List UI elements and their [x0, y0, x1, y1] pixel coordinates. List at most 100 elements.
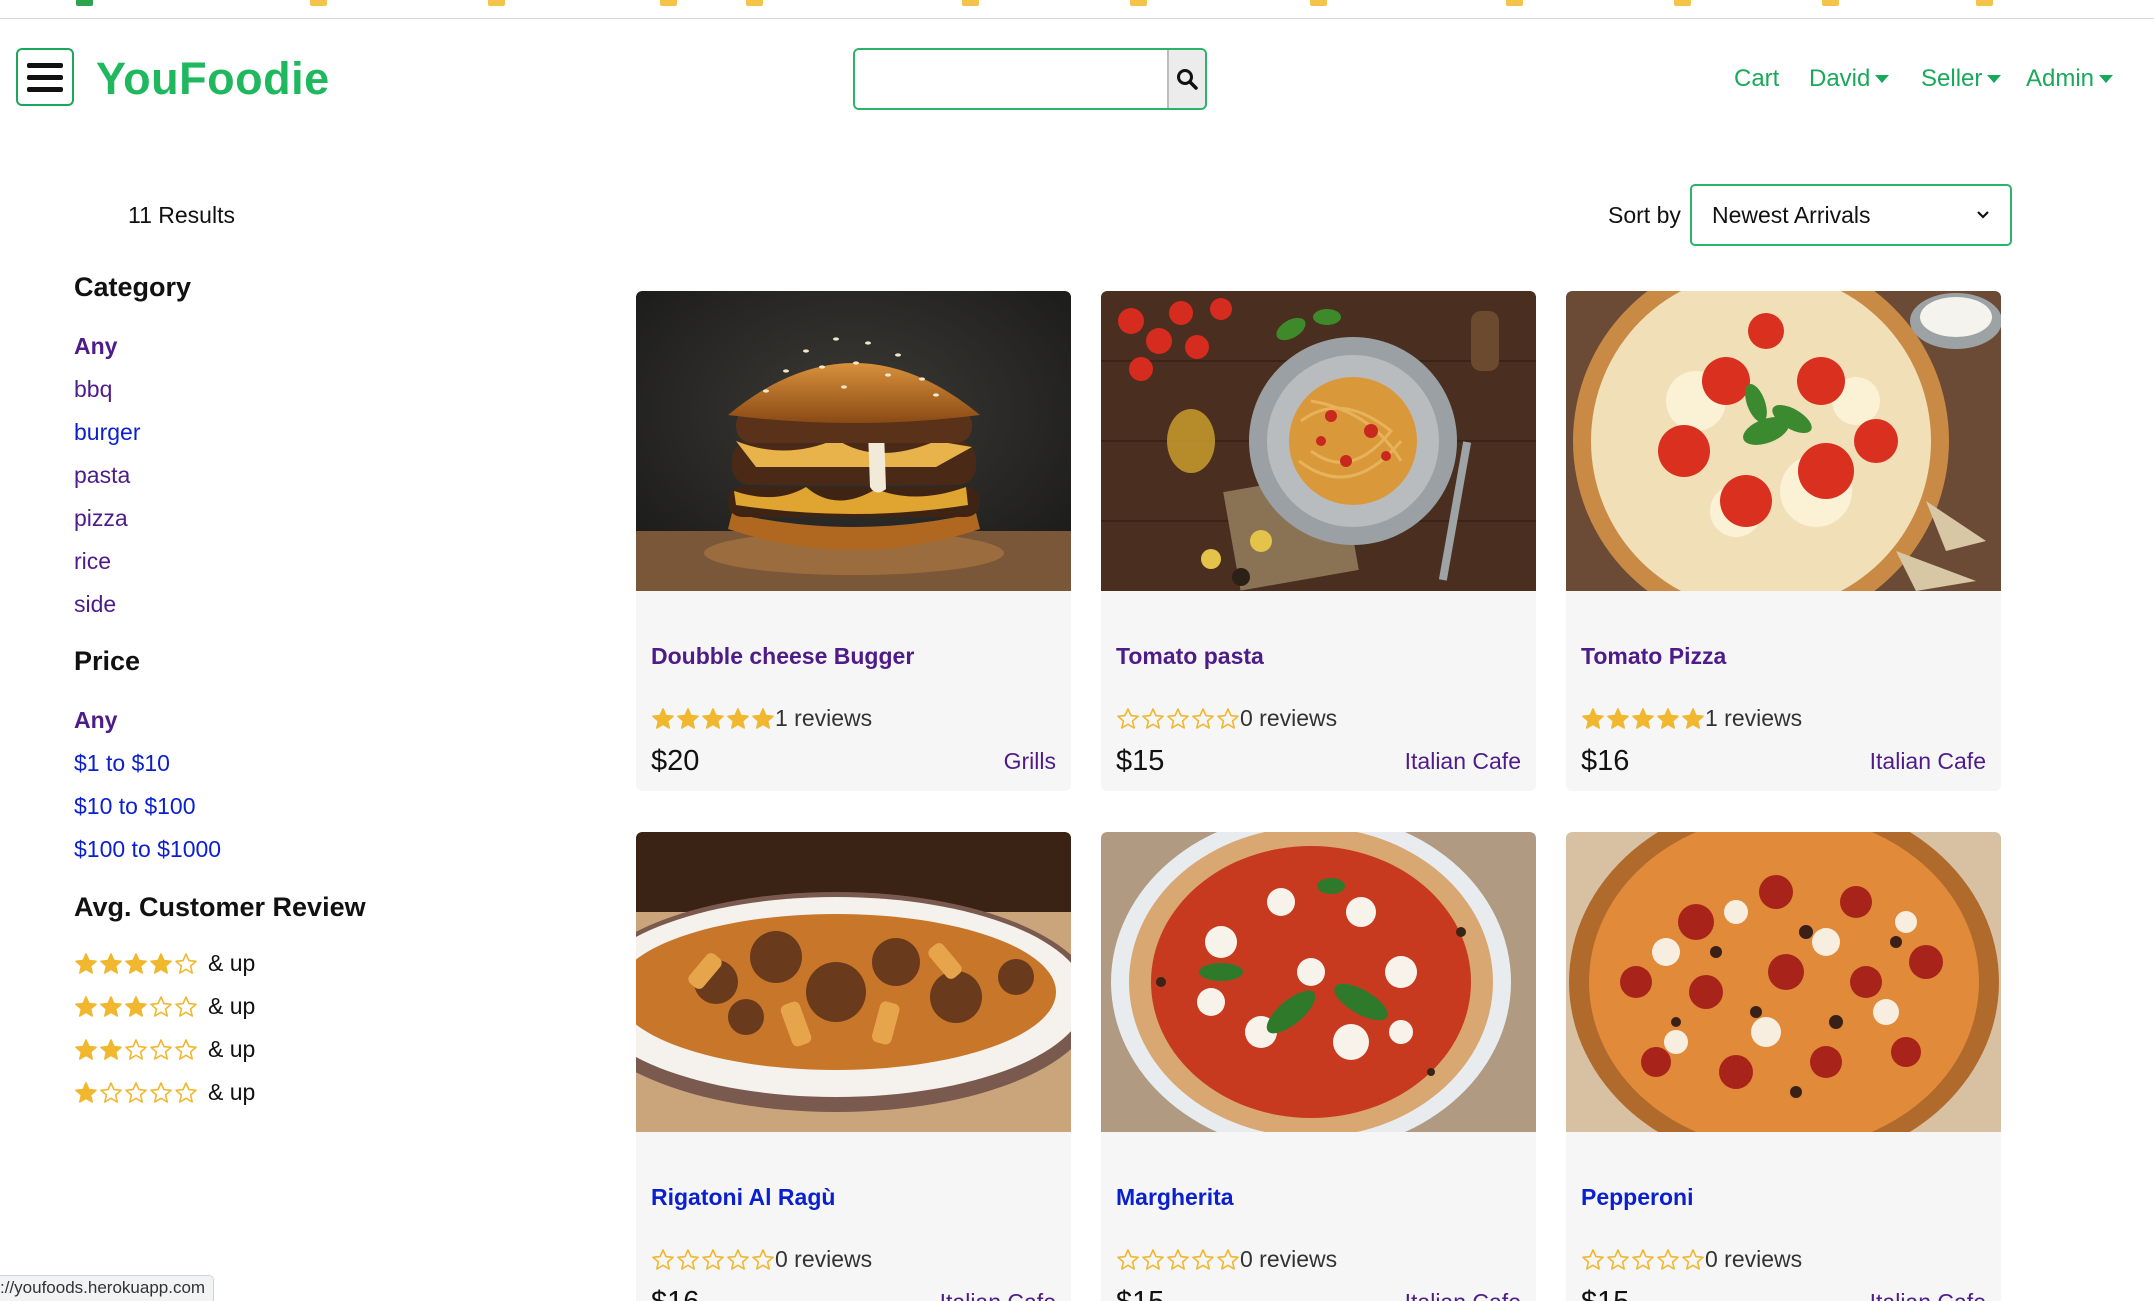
star-empty-icon: [150, 995, 172, 1017]
category-heading: Category: [74, 272, 192, 302]
product-image-spaghetti[interactable]: [1101, 291, 1536, 591]
bookmark-icon[interactable]: [310, 0, 327, 6]
product-image-burger[interactable]: [636, 291, 1071, 591]
bookmark-icon[interactable]: [1506, 0, 1523, 6]
nav-user-dropdown[interactable]: David: [1809, 65, 1890, 93]
caret-down-icon: [2099, 75, 2114, 83]
product-rating: 0 reviews: [651, 1246, 872, 1273]
star-empty-icon: [1217, 707, 1239, 729]
search-input[interactable]: [855, 50, 1167, 108]
category-filter-burger[interactable]: burger: [74, 419, 140, 446]
star-empty-icon: [727, 1248, 749, 1270]
star-filled-icon: [125, 995, 147, 1017]
product-title-link[interactable]: Tomato pasta: [1116, 643, 1264, 670]
review-filter-2-up[interactable]: & up: [74, 1036, 255, 1063]
product-seller-link[interactable]: Italian Cafe: [1405, 748, 1521, 775]
product-title-link[interactable]: Doubble cheese Bugger: [651, 643, 914, 670]
star-empty-icon: [1657, 1248, 1679, 1270]
star-empty-icon: [1142, 707, 1164, 729]
bookmark-icon[interactable]: [1674, 0, 1691, 6]
star-empty-icon: [150, 1038, 172, 1060]
product-reviews-count: 0 reviews: [1705, 1246, 1803, 1272]
review-filter-label: & up: [208, 950, 256, 976]
brand-logo-link[interactable]: YouFoodie: [96, 53, 330, 105]
star-empty-icon: [1167, 707, 1189, 729]
product-image-tomato-pizza[interactable]: [1566, 291, 2001, 591]
review-filter-label: & up: [208, 993, 256, 1019]
bookmark-icon[interactable]: [746, 0, 763, 6]
category-filter-any[interactable]: Any: [74, 333, 117, 360]
product-title-link[interactable]: Tomato Pizza: [1581, 643, 1726, 670]
product-seller-link[interactable]: Italian Cafe: [1870, 1289, 1986, 1301]
nav-admin-dropdown[interactable]: Admin: [2026, 65, 2114, 93]
product-card[interactable]: Pepperoni 0 reviews $15 Italian Cafe: [1566, 832, 2001, 1301]
review-filter-4-up[interactable]: & up: [74, 950, 255, 977]
star-rating: [1581, 707, 1705, 731]
hamburger-menu-button[interactable]: [16, 48, 74, 106]
price-filter-10-100[interactable]: $10 to $100: [74, 793, 196, 820]
price-filter-any[interactable]: Any: [74, 707, 117, 734]
star-empty-icon: [175, 1038, 197, 1060]
review-filter-1-up[interactable]: & up: [74, 1079, 255, 1106]
nav-seller-dropdown[interactable]: Seller: [1921, 65, 2002, 93]
product-title-link[interactable]: Pepperoni: [1581, 1184, 1693, 1211]
product-seller-link[interactable]: Italian Cafe: [1405, 1289, 1521, 1301]
product-image-margherita[interactable]: [1101, 832, 1536, 1132]
product-price: $15: [1581, 1286, 1629, 1301]
product-rating: 1 reviews: [651, 705, 872, 732]
sort-select[interactable]: Newest Arrivals: [1690, 184, 2012, 246]
star-empty-icon: [175, 995, 197, 1017]
price-filter-1-10[interactable]: $1 to $10: [74, 750, 170, 777]
bookmark-icon[interactable]: [76, 0, 93, 6]
star-empty-icon: [1142, 1248, 1164, 1270]
category-filter-pasta[interactable]: pasta: [74, 462, 130, 489]
category-filter-bbq[interactable]: bbq: [74, 376, 112, 403]
product-card[interactable]: Tomato pasta 0 reviews $15 Italian Cafe: [1101, 291, 1536, 791]
category-filter-rice[interactable]: rice: [74, 548, 111, 575]
menu-bar-icon: [27, 86, 63, 92]
bookmark-icon[interactable]: [660, 0, 677, 6]
product-rating: 0 reviews: [1116, 705, 1337, 732]
product-image-pepperoni[interactable]: [1566, 832, 2001, 1132]
search-icon: [1177, 69, 1198, 90]
product-seller-link[interactable]: Italian Cafe: [940, 1289, 1056, 1301]
review-filter-3-up[interactable]: & up: [74, 993, 255, 1020]
product-image-rigatoni[interactable]: [636, 832, 1071, 1132]
product-title-link[interactable]: Rigatoni Al Ragù: [651, 1184, 835, 1211]
bookmark-icon[interactable]: [1976, 0, 1993, 6]
star-empty-icon: [1117, 707, 1139, 729]
product-seller-link[interactable]: Italian Cafe: [1870, 748, 1986, 775]
star-empty-icon: [1192, 707, 1214, 729]
star-rating: [74, 952, 198, 976]
bookmark-icon[interactable]: [1822, 0, 1839, 6]
product-card[interactable]: Rigatoni Al Ragù 0 reviews $16 Italian C…: [636, 832, 1071, 1301]
category-filter-pizza[interactable]: pizza: [74, 505, 128, 532]
nav-cart-link[interactable]: Cart: [1734, 65, 1779, 93]
product-seller-link[interactable]: Grills: [1004, 748, 1056, 775]
review-filter-label: & up: [208, 1036, 256, 1062]
category-filter-side[interactable]: side: [74, 591, 116, 618]
bookmark-icon[interactable]: [1310, 0, 1327, 6]
bookmark-icon[interactable]: [962, 0, 979, 6]
star-rating: [1116, 1248, 1240, 1272]
product-price: $15: [1116, 1286, 1164, 1301]
star-empty-icon: [125, 1081, 147, 1103]
star-rating: [651, 707, 775, 731]
bookmark-icon[interactable]: [488, 0, 505, 6]
star-rating: [74, 1038, 198, 1062]
product-card[interactable]: Margherita 0 reviews $15 Italian Cafe: [1101, 832, 1536, 1301]
site-header: YouFoodie Cart David Seller Admin: [0, 20, 2154, 138]
star-filled-icon: [1657, 707, 1679, 729]
search-button[interactable]: [1167, 50, 1205, 108]
star-rating: [1581, 1248, 1705, 1272]
product-card[interactable]: Doubble cheese Bugger 1 reviews $20 Gril…: [636, 291, 1071, 791]
star-rating: [1116, 707, 1240, 731]
star-empty-icon: [1607, 1248, 1629, 1270]
product-price: $16: [651, 1286, 699, 1301]
link-status-bar: ://youfoods.herokuapp.com: [0, 1275, 215, 1301]
product-card[interactable]: Tomato Pizza 1 reviews $16 Italian Cafe: [1566, 291, 2001, 791]
price-filter-100-1000[interactable]: $100 to $1000: [74, 836, 221, 863]
product-title-link[interactable]: Margherita: [1116, 1184, 1234, 1211]
bookmark-icon[interactable]: [1130, 0, 1147, 6]
product-price: $15: [1116, 745, 1165, 777]
